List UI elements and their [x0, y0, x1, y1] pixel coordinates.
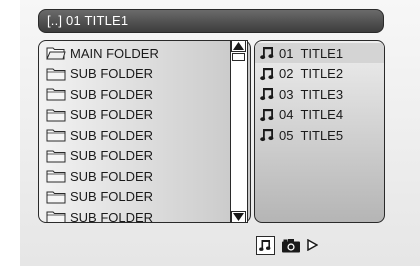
play-mode-icon[interactable]	[307, 239, 318, 251]
folder-list: MAIN FOLDER SUB FOLDER SUB FOLDER SUB FOLDE…	[46, 43, 226, 223]
track-label: 03 TITLE3	[279, 86, 344, 102]
folder-label: SUB FOLDER	[70, 209, 154, 223]
scroll-thumb[interactable]	[232, 53, 245, 61]
sub-folder-item[interactable]: SUB FOLDER	[46, 146, 226, 167]
music-mode-icon[interactable]	[256, 235, 275, 255]
folder-icon	[46, 88, 66, 101]
folder-icon	[46, 150, 66, 163]
folder-label: SUB FOLDER	[70, 148, 154, 164]
sub-folder-item[interactable]: SUB FOLDER	[46, 84, 226, 105]
main-folder-item[interactable]: MAIN FOLDER	[46, 43, 226, 64]
music-note-icon	[260, 108, 274, 121]
track-item[interactable]: 04 TITLE4	[255, 105, 384, 125]
folder-icon	[46, 68, 66, 81]
track-item[interactable]: 05 TITLE5	[255, 125, 384, 145]
folder-icon	[46, 191, 66, 204]
folder-label: SUB FOLDER	[70, 189, 154, 205]
mode-bar	[256, 235, 346, 255]
folder-scrollbar[interactable]	[230, 40, 248, 223]
folder-icon	[46, 211, 66, 222]
sub-folder-item[interactable]: SUB FOLDER	[46, 125, 226, 146]
folder-label: SUB FOLDER	[70, 107, 154, 123]
scroll-up-button[interactable]	[231, 40, 246, 52]
folder-label: MAIN FOLDER	[70, 45, 159, 61]
track-item[interactable]: 02 TITLE2	[255, 64, 384, 84]
music-note-icon	[260, 129, 274, 142]
track-label: 05 TITLE5	[279, 127, 344, 143]
path-title: [..] 01 TITLE1	[47, 13, 129, 28]
folder-icon	[46, 129, 66, 142]
track-item[interactable]: 01 TITLE1	[255, 43, 384, 63]
folder-label: SUB FOLDER	[70, 66, 154, 82]
sub-folder-item[interactable]: SUB FOLDER	[46, 207, 226, 223]
sub-folder-item[interactable]: SUB FOLDER	[46, 166, 226, 187]
sub-folder-item[interactable]: SUB FOLDER	[46, 64, 226, 85]
folder-label: SUB FOLDER	[70, 86, 154, 102]
folder-icon	[46, 109, 66, 122]
track-label: 04 TITLE4	[279, 107, 344, 122]
music-note-icon	[260, 47, 274, 60]
folder-icon	[46, 170, 66, 183]
sub-folder-item[interactable]: SUB FOLDER	[46, 187, 226, 208]
folder-label: SUB FOLDER	[70, 127, 154, 143]
music-note-icon	[260, 67, 274, 80]
camera-mode-icon[interactable]	[281, 238, 301, 253]
folder-panel: MAIN FOLDER SUB FOLDER SUB FOLDER SUB FOLDE…	[38, 40, 251, 223]
music-note-icon	[260, 88, 274, 101]
open-folder-icon	[46, 47, 66, 60]
track-item[interactable]: 03 TITLE3	[255, 84, 384, 104]
folder-label: SUB FOLDER	[70, 168, 154, 184]
scroll-down-button[interactable]	[231, 211, 246, 223]
track-label: 01 TITLE1	[279, 45, 344, 61]
track-panel: 01 TITLE1 02 TITLE2 03 TITLE3 04 TITLE4 05 T…	[254, 40, 385, 223]
arrow-down-icon	[233, 213, 244, 221]
sub-folder-item[interactable]: SUB FOLDER	[46, 105, 226, 126]
arrow-up-icon	[233, 42, 244, 50]
path-title-bar: [..] 01 TITLE1	[38, 9, 384, 33]
track-label: 02 TITLE2	[279, 66, 344, 81]
